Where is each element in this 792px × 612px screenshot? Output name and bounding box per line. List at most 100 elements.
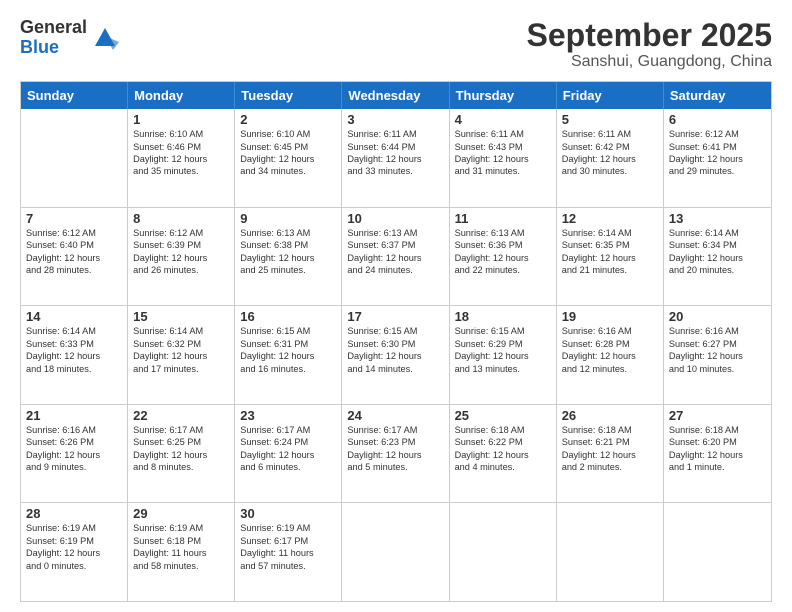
cell-line-3: and 30 minutes. <box>562 165 658 177</box>
cell-line-2: Daylight: 12 hours <box>347 449 443 461</box>
calendar-cell-day-14: 14Sunrise: 6:14 AMSunset: 6:33 PMDayligh… <box>21 306 128 404</box>
header-day-tuesday: Tuesday <box>235 82 342 109</box>
cell-line-3: and 10 minutes. <box>669 363 766 375</box>
cell-line-0: Sunrise: 6:17 AM <box>347 424 443 436</box>
calendar-cell-day-17: 17Sunrise: 6:15 AMSunset: 6:30 PMDayligh… <box>342 306 449 404</box>
day-number: 5 <box>562 112 658 127</box>
calendar-cell-day-6: 6Sunrise: 6:12 AMSunset: 6:41 PMDaylight… <box>664 109 771 207</box>
title-block: September 2025 Sanshui, Guangdong, China <box>527 18 772 71</box>
day-number: 13 <box>669 211 766 226</box>
cell-line-2: Daylight: 11 hours <box>133 547 229 559</box>
cell-line-3: and 20 minutes. <box>669 264 766 276</box>
calendar-row-2: 7Sunrise: 6:12 AMSunset: 6:40 PMDaylight… <box>21 207 771 306</box>
day-number: 15 <box>133 309 229 324</box>
logo: General Blue <box>20 18 119 58</box>
calendar-cell-day-9: 9Sunrise: 6:13 AMSunset: 6:38 PMDaylight… <box>235 208 342 306</box>
calendar-cell-day-13: 13Sunrise: 6:14 AMSunset: 6:34 PMDayligh… <box>664 208 771 306</box>
cell-line-0: Sunrise: 6:13 AM <box>240 227 336 239</box>
day-number: 19 <box>562 309 658 324</box>
cell-line-2: Daylight: 12 hours <box>240 350 336 362</box>
cell-line-1: Sunset: 6:30 PM <box>347 338 443 350</box>
cell-line-2: Daylight: 12 hours <box>26 547 122 559</box>
cell-line-1: Sunset: 6:22 PM <box>455 436 551 448</box>
cell-line-2: Daylight: 12 hours <box>455 252 551 264</box>
cell-line-0: Sunrise: 6:12 AM <box>669 128 766 140</box>
cell-line-3: and 28 minutes. <box>26 264 122 276</box>
cell-line-2: Daylight: 12 hours <box>240 449 336 461</box>
cell-line-0: Sunrise: 6:12 AM <box>26 227 122 239</box>
cell-line-2: Daylight: 12 hours <box>240 252 336 264</box>
calendar-cell-day-19: 19Sunrise: 6:16 AMSunset: 6:28 PMDayligh… <box>557 306 664 404</box>
cell-line-2: Daylight: 12 hours <box>562 449 658 461</box>
cell-line-2: Daylight: 12 hours <box>240 153 336 165</box>
calendar-cell-day-7: 7Sunrise: 6:12 AMSunset: 6:40 PMDaylight… <box>21 208 128 306</box>
calendar-cell-day-26: 26Sunrise: 6:18 AMSunset: 6:21 PMDayligh… <box>557 405 664 503</box>
day-number: 11 <box>455 211 551 226</box>
calendar-cell-day-16: 16Sunrise: 6:15 AMSunset: 6:31 PMDayligh… <box>235 306 342 404</box>
cell-line-0: Sunrise: 6:19 AM <box>240 522 336 534</box>
cell-line-3: and 31 minutes. <box>455 165 551 177</box>
calendar-cell-day-22: 22Sunrise: 6:17 AMSunset: 6:25 PMDayligh… <box>128 405 235 503</box>
calendar-cell-day-21: 21Sunrise: 6:16 AMSunset: 6:26 PMDayligh… <box>21 405 128 503</box>
day-number: 7 <box>26 211 122 226</box>
day-number: 25 <box>455 408 551 423</box>
cell-line-3: and 33 minutes. <box>347 165 443 177</box>
day-number: 10 <box>347 211 443 226</box>
cell-line-3: and 57 minutes. <box>240 560 336 572</box>
cell-line-2: Daylight: 12 hours <box>669 449 766 461</box>
cell-line-2: Daylight: 12 hours <box>669 350 766 362</box>
calendar: SundayMondayTuesdayWednesdayThursdayFrid… <box>20 81 772 602</box>
cell-line-1: Sunset: 6:42 PM <box>562 141 658 153</box>
cell-line-0: Sunrise: 6:16 AM <box>562 325 658 337</box>
cell-line-0: Sunrise: 6:14 AM <box>133 325 229 337</box>
day-number: 28 <box>26 506 122 521</box>
logo-blue: Blue <box>20 38 87 58</box>
cell-line-1: Sunset: 6:39 PM <box>133 239 229 251</box>
logo-text: General Blue <box>20 18 87 58</box>
cell-line-2: Daylight: 12 hours <box>455 449 551 461</box>
cell-line-3: and 13 minutes. <box>455 363 551 375</box>
cell-line-3: and 12 minutes. <box>562 363 658 375</box>
cell-line-1: Sunset: 6:19 PM <box>26 535 122 547</box>
cell-line-2: Daylight: 12 hours <box>26 449 122 461</box>
calendar-cell-day-15: 15Sunrise: 6:14 AMSunset: 6:32 PMDayligh… <box>128 306 235 404</box>
day-number: 1 <box>133 112 229 127</box>
cell-line-1: Sunset: 6:44 PM <box>347 141 443 153</box>
cell-line-3: and 22 minutes. <box>455 264 551 276</box>
cell-line-0: Sunrise: 6:15 AM <box>347 325 443 337</box>
cell-line-1: Sunset: 6:23 PM <box>347 436 443 448</box>
cell-line-1: Sunset: 6:43 PM <box>455 141 551 153</box>
calendar-cell-empty <box>557 503 664 601</box>
calendar-cell-day-24: 24Sunrise: 6:17 AMSunset: 6:23 PMDayligh… <box>342 405 449 503</box>
calendar-row-5: 28Sunrise: 6:19 AMSunset: 6:19 PMDayligh… <box>21 502 771 601</box>
calendar-body: 1Sunrise: 6:10 AMSunset: 6:46 PMDaylight… <box>21 109 771 601</box>
calendar-cell-day-18: 18Sunrise: 6:15 AMSunset: 6:29 PMDayligh… <box>450 306 557 404</box>
day-number: 26 <box>562 408 658 423</box>
cell-line-1: Sunset: 6:27 PM <box>669 338 766 350</box>
cell-line-2: Daylight: 11 hours <box>240 547 336 559</box>
day-number: 8 <box>133 211 229 226</box>
cell-line-3: and 26 minutes. <box>133 264 229 276</box>
cell-line-2: Daylight: 12 hours <box>347 350 443 362</box>
header-day-thursday: Thursday <box>450 82 557 109</box>
cell-line-2: Daylight: 12 hours <box>669 153 766 165</box>
calendar-row-4: 21Sunrise: 6:16 AMSunset: 6:26 PMDayligh… <box>21 404 771 503</box>
cell-line-3: and 14 minutes. <box>347 363 443 375</box>
cell-line-0: Sunrise: 6:12 AM <box>133 227 229 239</box>
cell-line-3: and 35 minutes. <box>133 165 229 177</box>
calendar-cell-day-8: 8Sunrise: 6:12 AMSunset: 6:39 PMDaylight… <box>128 208 235 306</box>
cell-line-0: Sunrise: 6:13 AM <box>455 227 551 239</box>
day-number: 4 <box>455 112 551 127</box>
cell-line-2: Daylight: 12 hours <box>347 153 443 165</box>
calendar-cell-day-11: 11Sunrise: 6:13 AMSunset: 6:36 PMDayligh… <box>450 208 557 306</box>
calendar-cell-day-28: 28Sunrise: 6:19 AMSunset: 6:19 PMDayligh… <box>21 503 128 601</box>
calendar-cell-day-12: 12Sunrise: 6:14 AMSunset: 6:35 PMDayligh… <box>557 208 664 306</box>
cell-line-3: and 34 minutes. <box>240 165 336 177</box>
header-day-saturday: Saturday <box>664 82 771 109</box>
cell-line-3: and 18 minutes. <box>26 363 122 375</box>
page: General Blue September 2025 Sanshui, Gua… <box>0 0 792 612</box>
cell-line-3: and 58 minutes. <box>133 560 229 572</box>
header: General Blue September 2025 Sanshui, Gua… <box>20 18 772 71</box>
cell-line-1: Sunset: 6:32 PM <box>133 338 229 350</box>
calendar-cell-day-30: 30Sunrise: 6:19 AMSunset: 6:17 PMDayligh… <box>235 503 342 601</box>
